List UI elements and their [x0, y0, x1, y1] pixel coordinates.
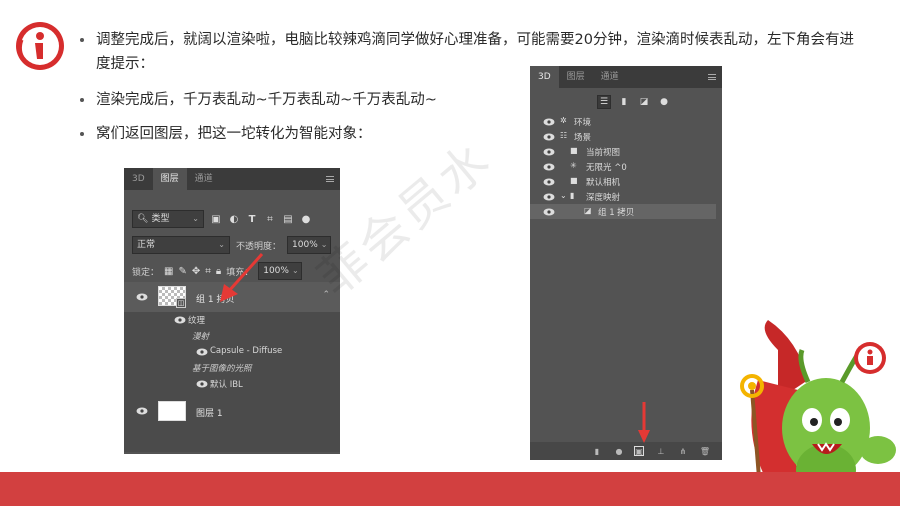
eye-icon[interactable] — [543, 163, 555, 171]
scene-item-label: 组 1 拷贝 — [598, 208, 635, 218]
add-mesh-icon[interactable]: ▮ — [592, 446, 602, 456]
tab-3d[interactable]: 3D — [124, 168, 153, 190]
eye-icon[interactable] — [543, 193, 555, 201]
panel-menu-icon[interactable] — [708, 74, 716, 80]
eye-icon[interactable] — [543, 208, 555, 216]
split-icon[interactable]: ⋔ — [678, 446, 688, 456]
scene-icon: ☷ — [560, 131, 568, 140]
tab-3d[interactable]: 3D — [530, 66, 559, 88]
eye-icon[interactable] — [543, 178, 555, 186]
eye-icon[interactable] — [174, 316, 186, 324]
bullet-dot-icon — [80, 98, 84, 102]
search-icon: 🔍︎ — [137, 214, 149, 224]
tab-layers[interactable]: 图层 — [559, 66, 593, 88]
scene-item-label: 深度映射 — [586, 193, 621, 203]
eye-icon[interactable] — [136, 407, 148, 415]
render-button-icon[interactable]: ▣ — [634, 446, 644, 456]
mesh-icon: ▮ — [570, 191, 575, 200]
scene-item-default-camera[interactable]: ■ 默认相机 — [530, 174, 716, 189]
chevron-down-icon: ⌄ — [291, 266, 299, 275]
3d-panel: 3D 图层 通道 ☰ ▮ ◪ ● ✲ 环境 ☷ 场景 ■ 当前视图 ✳ 无限光 … — [530, 66, 722, 460]
panel-menu-icon[interactable] — [326, 176, 334, 182]
bullet-item: 渲染完成后，千万表乱动~千万表乱动~千万表乱动~ — [80, 88, 520, 112]
whole-scene-icon[interactable]: ☰ — [597, 95, 611, 109]
tab-layers[interactable]: 图层 — [152, 168, 187, 190]
materials-icon[interactable]: ◪ — [638, 96, 650, 108]
default-ibl-item: 默认 IBL — [210, 380, 243, 390]
layer-row[interactable]: 图层 1 — [124, 396, 340, 426]
layer-name: 图层 1 — [196, 409, 223, 419]
3d-filter-bar: ☰ ▮ ◪ ● — [597, 95, 670, 109]
layers-panel: 3D 图层 通道 🔍︎ 类型 ⌄ ▣ ◐ T ⌗ ▤ ● 正常 ⌄ 不透明度： … — [124, 168, 340, 454]
light-icon: ✳ — [570, 161, 577, 170]
diffuse-item: 漫射 — [192, 332, 210, 342]
bullet-dot-icon — [80, 132, 84, 136]
scene-item-scene[interactable]: ☷ 场景 — [530, 129, 716, 144]
type-filter-icon[interactable]: T — [246, 213, 258, 225]
adjustment-filter-icon[interactable]: ◐ — [228, 213, 240, 225]
3d-bottom-toolbar: ▮ ● ▣ ⊥ ⋔ 🗑︎ — [530, 442, 722, 460]
scene-item-group-copy[interactable]: ◪ 组 1 拷贝 — [530, 204, 716, 219]
bullet-dot-icon — [80, 38, 84, 42]
scene-item-label: 当前视图 — [586, 148, 621, 158]
collapse-icon[interactable]: ⌃ — [322, 290, 330, 300]
shape-filter-icon[interactable]: ⌗ — [264, 213, 276, 225]
scene-item-environment[interactable]: ✲ 环境 — [530, 114, 716, 129]
scene-item-label: 无限光 ^0 — [586, 163, 627, 173]
chevron-down-icon: ⌄ — [192, 214, 199, 223]
texture-item: 纹理 — [188, 316, 206, 326]
lock-label: 锁定： — [132, 267, 160, 278]
scene-item-label: 环境 — [574, 118, 592, 128]
eye-icon[interactable] — [543, 133, 555, 141]
3d-layer-badge-icon: ◫ — [176, 298, 186, 308]
add-light-icon[interactable]: ● — [614, 446, 624, 456]
delete-icon[interactable]: 🗑︎ — [700, 446, 710, 456]
pixel-filter-icon[interactable]: ▣ — [210, 213, 222, 225]
bullet-item: 调整完成后，就阔以渲染啦，电脑比较辣鸡滴同学做好心理准备，可能需要20分钟，渲染… — [80, 28, 860, 76]
tab-channels[interactable]: 通道 — [187, 168, 221, 190]
filter-type-label: 类型 — [151, 214, 170, 224]
tab-channels[interactable]: 通道 — [593, 66, 627, 88]
blend-mode-value: 正常 — [137, 240, 156, 250]
eye-icon[interactable] — [196, 380, 208, 388]
lock-move-icon[interactable]: ✥ — [192, 266, 200, 277]
smart-object-filter-icon[interactable]: ▤ — [282, 213, 294, 225]
eye-icon[interactable] — [543, 148, 555, 156]
eye-icon[interactable] — [136, 293, 148, 301]
camera-icon: ■ — [570, 176, 578, 185]
filter-type-select[interactable]: 🔍︎ 类型 ⌄ — [132, 210, 204, 228]
camera-icon: ■ — [570, 146, 578, 155]
ibl-group-item: 基于图像的光照 — [192, 364, 252, 374]
bullet-text: 调整完成后，就阔以渲染啦，电脑比较辣鸡滴同学做好心理准备，可能需要20分钟，渲染… — [96, 32, 854, 72]
panel-tabs: 3D 图层 通道 — [530, 66, 722, 88]
eye-icon[interactable] — [543, 118, 555, 126]
brand-logo-icon — [16, 22, 64, 70]
filter-toolbar: 🔍︎ 类型 ⌄ ▣ ◐ T ⌗ ▤ ● — [132, 210, 312, 228]
lock-transparent-icon[interactable]: ▦ — [164, 266, 173, 277]
environment-icon: ✲ — [560, 116, 567, 125]
eye-icon[interactable] — [196, 348, 208, 356]
layer-thumbnail — [158, 401, 186, 421]
panel-tabs: 3D 图层 通道 — [124, 168, 340, 190]
chevron-down-icon[interactable]: ⌄ — [560, 191, 567, 200]
lock-brush-icon[interactable]: ✎ — [178, 266, 186, 277]
scene-item-label: 默认相机 — [586, 178, 621, 188]
bullet-text: 渲染完成后，千万表乱动~千万表乱动~千万表乱动~ — [96, 92, 437, 108]
capsule-diffuse-item: Capsule - Diffuse — [210, 346, 283, 356]
scene-item-depth-map[interactable]: ⌄ ▮ 深度映射 — [530, 189, 716, 204]
ground-plane-icon[interactable]: ⊥ — [656, 446, 666, 456]
red-arrow-icon — [220, 252, 264, 302]
filter-toggle-icon[interactable]: ● — [300, 213, 312, 225]
material-icon: ◪ — [584, 206, 592, 215]
scene-item-current-view[interactable]: ■ 当前视图 — [530, 144, 716, 159]
footer-band — [0, 472, 900, 506]
lights-icon[interactable]: ● — [658, 96, 670, 108]
scene-item-label: 场景 — [574, 133, 592, 143]
meshes-icon[interactable]: ▮ — [618, 96, 630, 108]
red-arrow-icon — [638, 402, 650, 443]
scene-item-infinite-light[interactable]: ✳ 无限光 ^0 — [530, 159, 716, 174]
